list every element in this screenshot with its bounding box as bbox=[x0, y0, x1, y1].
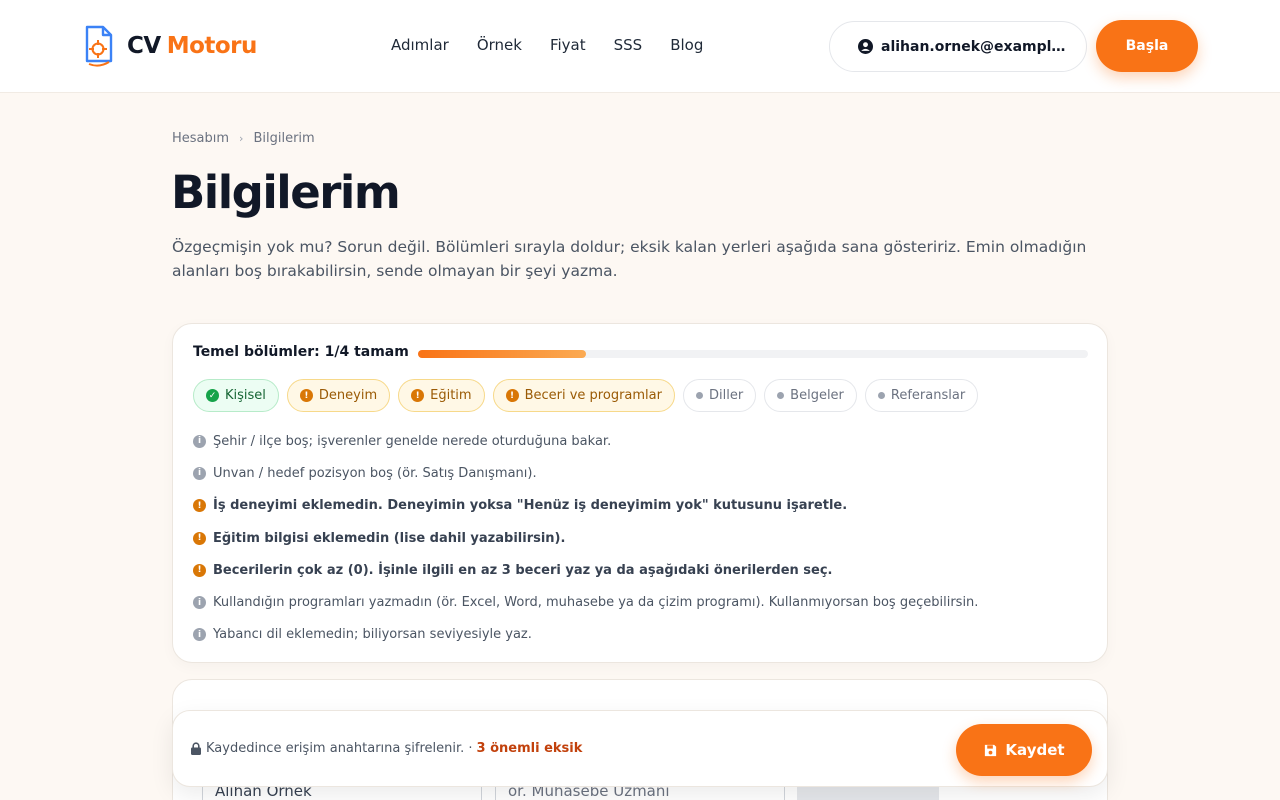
save-note: Kaydedince erişim anahtarına şifrelenir.… bbox=[190, 741, 582, 756]
nav-item-sss[interactable]: SSS bbox=[614, 36, 643, 54]
alert-circle-icon: ! bbox=[505, 389, 519, 402]
progress-fill bbox=[418, 350, 586, 358]
issue-item: ! Eğitim bilgisi eklemedin (lise dahil y… bbox=[193, 522, 1093, 554]
alert-circle-icon: ! bbox=[411, 389, 425, 402]
section-pill-label: Deneyim bbox=[318, 388, 378, 403]
page-title: Bilgilerim bbox=[171, 166, 401, 219]
section-pill-egitim[interactable]: ! Eğitim bbox=[398, 379, 485, 412]
brand-name: CV Motoru bbox=[127, 33, 257, 59]
lock-icon bbox=[190, 742, 202, 755]
page-intro: Özgeçmişin yok mu? Sorun değil. Bölümler… bbox=[172, 238, 1087, 280]
dot-icon bbox=[695, 392, 703, 399]
issue-text: Yabancı dil eklemedin; biliyorsan seviye… bbox=[213, 627, 532, 643]
alert-circle-icon: ! bbox=[193, 531, 206, 545]
info-icon: i bbox=[193, 466, 206, 480]
user-icon bbox=[858, 39, 873, 54]
start-button[interactable]: Başla bbox=[1096, 20, 1198, 72]
chevron-right-icon: › bbox=[239, 132, 244, 145]
missing-count[interactable]: 3 önemli eksik bbox=[477, 741, 583, 756]
section-pill-deneyim[interactable]: ! Deneyim bbox=[286, 379, 391, 412]
progress-card: Temel bölümler: 1/4 tamam ✓ Kişisel ! De… bbox=[172, 323, 1108, 663]
account-email: alihan.ornek@example.com bbox=[881, 38, 1071, 55]
nav-item-blog[interactable]: Blog bbox=[670, 36, 703, 54]
dot-icon bbox=[777, 392, 785, 399]
issue-item: i Yabancı dil eklemedin; biliyorsan sevi… bbox=[193, 619, 1093, 651]
nav-item-adimlar[interactable]: Adımlar bbox=[391, 36, 449, 54]
breadcrumb: Hesabım › Bilgilerim bbox=[172, 131, 315, 146]
brand-cv: CV bbox=[127, 33, 161, 59]
dot-icon bbox=[877, 392, 885, 399]
section-pill-label: Belgeler bbox=[790, 388, 844, 403]
document-target-icon bbox=[83, 24, 119, 68]
section-pill-beceri[interactable]: ! Beceri ve programlar bbox=[492, 379, 675, 412]
alert-circle-icon: ! bbox=[193, 563, 206, 577]
section-pill-label: Eğitim bbox=[430, 388, 472, 403]
section-pill-label: Diller bbox=[708, 388, 744, 403]
progress-label: Temel bölümler: 1/4 tamam bbox=[193, 344, 409, 360]
issue-item: ! Becerilerin çok az (0). İşinle ilgili … bbox=[193, 554, 1093, 586]
account-button[interactable]: alihan.ornek@example.com bbox=[829, 21, 1087, 72]
save-bar: Kaydedince erişim anahtarına şifrelenir.… bbox=[172, 710, 1108, 787]
issue-item: i Kullandığın programları yazmadın (ör. … bbox=[193, 586, 1093, 618]
check-circle-icon: ✓ bbox=[206, 389, 219, 402]
section-pill-label: Kişisel bbox=[225, 388, 266, 403]
site-header: CV Motoru Adımlar Örnek Fiyat SSS Blog al… bbox=[0, 0, 1280, 93]
section-pill-belgeler[interactable]: Belgeler bbox=[764, 379, 857, 412]
progress-bar bbox=[418, 350, 1088, 358]
info-icon: i bbox=[193, 596, 206, 610]
issue-text: Becerilerin çok az (0). İşinle ilgili en… bbox=[213, 562, 833, 578]
floppy-disk-icon bbox=[985, 744, 997, 756]
save-note-text: Kaydedince erişim anahtarına şifrelenir.… bbox=[206, 741, 473, 756]
section-pill-kisisel[interactable]: ✓ Kişisel bbox=[193, 379, 279, 412]
section-pills: ✓ Kişisel ! Deneyim ! Eğitim ! Beceri ve… bbox=[193, 379, 979, 412]
info-icon: i bbox=[193, 434, 206, 448]
section-pill-referanslar[interactable]: Referanslar bbox=[864, 379, 979, 412]
breadcrumb-hesabim[interactable]: Hesabım bbox=[172, 131, 229, 146]
main-nav: Adımlar Örnek Fiyat SSS Blog bbox=[391, 36, 731, 54]
issue-item: ! İş deneyimi eklemedin. Deneyimin yoksa… bbox=[193, 490, 1093, 522]
section-pill-label: Beceri ve programlar bbox=[524, 388, 662, 403]
issue-text: İş deneyimi eklemedin. Deneyimin yoksa "… bbox=[213, 498, 848, 514]
brand-motor: Motoru bbox=[166, 33, 258, 59]
brand-logo[interactable]: CV Motoru bbox=[83, 24, 257, 68]
issue-text: Kullandığın programları yazmadın (ör. Ex… bbox=[213, 595, 979, 611]
issue-text: Unvan / hedef pozisyon boş (ör. Satış Da… bbox=[213, 465, 537, 481]
alert-circle-icon: ! bbox=[299, 389, 313, 402]
issue-item: i Şehir / ilçe boş; işverenler genelde n… bbox=[193, 425, 1093, 457]
issue-text: Eğitim bilgisi eklemedin (lise dahil yaz… bbox=[213, 530, 566, 546]
alert-circle-icon: ! bbox=[193, 499, 206, 513]
nav-item-ornek[interactable]: Örnek bbox=[477, 36, 522, 54]
section-pill-label: Referanslar bbox=[890, 388, 966, 403]
save-button[interactable]: Kaydet bbox=[956, 724, 1092, 776]
section-pill-diller[interactable]: Diller bbox=[682, 379, 757, 412]
issue-item: i Unvan / hedef pozisyon boş (ör. Satış … bbox=[193, 457, 1093, 489]
info-icon: i bbox=[193, 628, 206, 642]
issue-list: i Şehir / ilçe boş; işverenler genelde n… bbox=[193, 425, 1093, 651]
save-button-label: Kaydet bbox=[1005, 741, 1065, 759]
breadcrumb-bilgilerim: Bilgilerim bbox=[253, 131, 315, 146]
issue-text: Şehir / ilçe boş; işverenler genelde ner… bbox=[213, 433, 612, 449]
nav-item-fiyat[interactable]: Fiyat bbox=[550, 36, 586, 54]
